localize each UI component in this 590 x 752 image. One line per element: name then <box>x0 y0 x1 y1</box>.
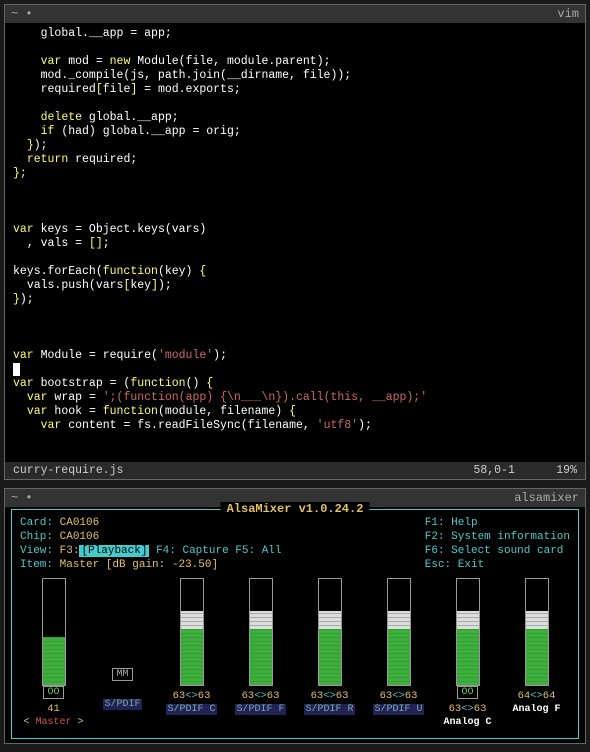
vim-prompt: ~ • <box>11 7 33 21</box>
channel-spdifu[interactable]: 63<>63 S/PDIF U <box>370 578 428 728</box>
alsamixer-pane: ~ • alsamixer AlsaMixer v1.0.24.2 Card: … <box>4 488 586 744</box>
level-text: 41 <box>47 703 60 715</box>
channel-analogc[interactable]: OO 63<>63 Analog C <box>439 578 497 728</box>
mute-box[interactable]: OO <box>43 686 63 699</box>
channels-row: OO 41 Master MM S/PDIF 63<>63 S/PDIF C 63<>63 S… <box>12 574 578 728</box>
channel-label: S/PDIF C <box>166 704 216 715</box>
view-playback[interactable]: [Playback] <box>79 545 149 557</box>
vim-statusbar: curry-require.js 58,0-1 19% <box>5 462 585 479</box>
vim-pane: ~ • vim global.__app = app; var mod = ne… <box>4 4 586 480</box>
channel-label: S/PDIF <box>103 699 141 710</box>
volume-bar[interactable] <box>42 578 66 686</box>
level-text: 64<>64 <box>518 690 556 702</box>
mute-box[interactable]: MM <box>112 668 132 681</box>
channel-label: S/PDIF U <box>373 704 423 715</box>
volume-bar[interactable] <box>318 578 342 686</box>
status-pos: 58,0-1 <box>473 464 514 477</box>
channel-label: S/PDIF R <box>304 704 354 715</box>
channel-label: S/PDIF F <box>235 704 285 715</box>
alsa-prompt: ~ • <box>11 491 33 505</box>
level-text: 63<>63 <box>311 690 349 702</box>
volume-bar[interactable] <box>525 578 549 686</box>
alsa-app-title: AlsaMixer v1.0.24.2 <box>221 502 370 516</box>
channel-label: Analog C <box>442 717 492 728</box>
vim-title: vim <box>557 7 579 21</box>
volume-bar[interactable] <box>180 578 204 686</box>
vim-editor[interactable]: global.__app = app; var mod = new Module… <box>5 23 585 437</box>
level-text: 63<>63 <box>380 690 418 702</box>
volume-bar[interactable] <box>387 578 411 686</box>
level-text: 63<>63 <box>173 690 211 702</box>
soundcard-btn[interactable]: Select sound card <box>451 545 563 557</box>
help-btn[interactable]: Help <box>451 517 477 529</box>
level-text: 63<>63 <box>242 690 280 702</box>
level-text <box>119 685 125 697</box>
alsa-title: alsamixer <box>514 491 579 505</box>
channel-spdifc[interactable]: 63<>63 S/PDIF C <box>163 578 221 728</box>
sysinfo-btn[interactable]: System information <box>451 531 570 543</box>
channel-label: Analog F <box>511 704 561 715</box>
channel-spdifr[interactable]: 63<>63 S/PDIF R <box>301 578 359 728</box>
view-capture[interactable]: F4: Capture <box>156 545 229 557</box>
alsa-item: Master [dB gain: -23.50] <box>60 559 218 571</box>
channel-spdif[interactable]: MM S/PDIF <box>94 578 152 728</box>
status-pct: 19% <box>556 464 577 477</box>
channel-master[interactable]: OO 41 Master <box>25 578 83 728</box>
level-text: 63<>63 <box>449 703 487 715</box>
channel-analogf[interactable]: 64<>64 Analog F <box>508 578 566 728</box>
volume-bar[interactable] <box>249 578 273 686</box>
vim-titlebar: ~ • vim <box>5 5 585 23</box>
alsa-info-right: F1: Help F2: System information F6: Sele… <box>425 516 570 572</box>
status-file: curry-require.js <box>13 464 123 477</box>
alsa-info-left: Card: CA0106 Chip: CA0106 View: F3:[Play… <box>20 516 282 572</box>
mute-box[interactable]: OO <box>457 686 477 699</box>
view-all[interactable]: F5: All <box>235 545 281 557</box>
channel-spdiff[interactable]: 63<>63 S/PDIF F <box>232 578 290 728</box>
channel-label: Master <box>22 717 84 728</box>
exit-btn[interactable]: Exit <box>458 559 484 571</box>
volume-bar[interactable] <box>456 578 480 686</box>
